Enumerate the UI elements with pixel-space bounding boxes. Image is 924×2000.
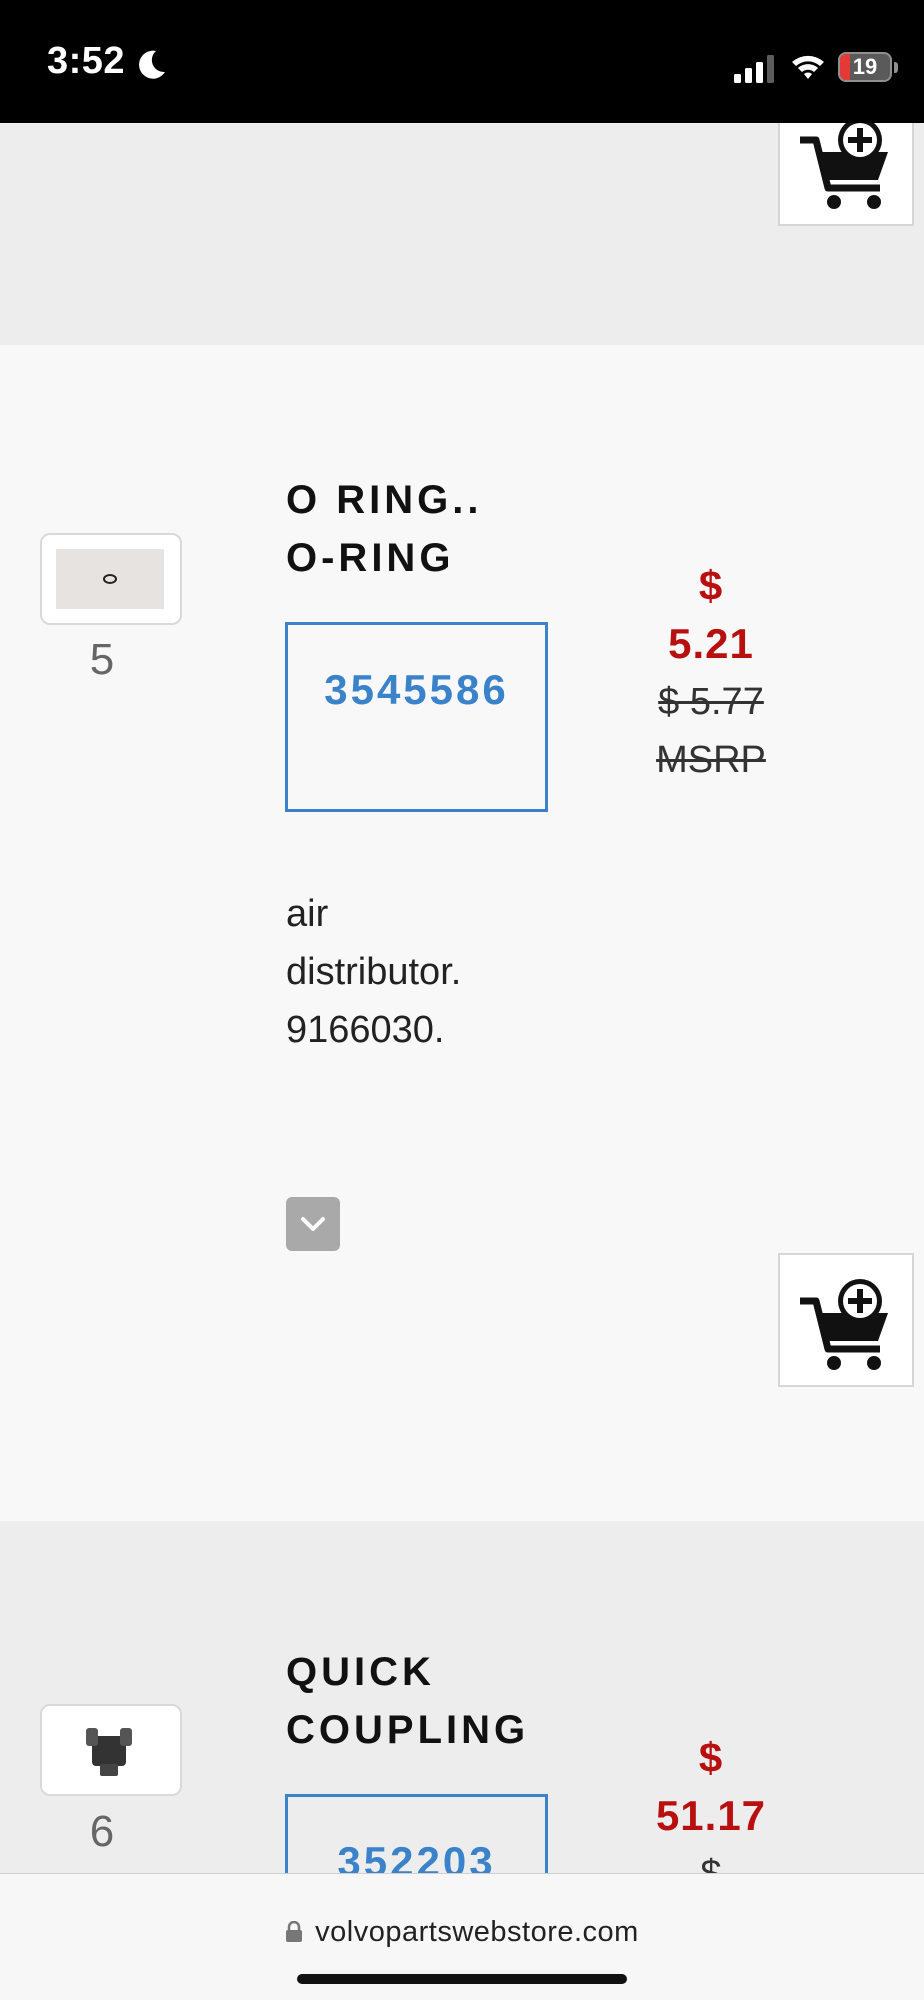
- item-title-line2: COUPLING: [286, 1708, 530, 1752]
- description-line: distributor.: [286, 951, 462, 993]
- msrp-price: $: [640, 1845, 782, 1873]
- description-line: air: [286, 893, 329, 935]
- item-title-line2: O-RING: [286, 536, 455, 580]
- msrp-label: MSRP: [656, 739, 766, 781]
- part-number: 352203: [337, 1838, 496, 1873]
- chevron-down-icon: [301, 1217, 325, 1231]
- price-block: $ 51.17 $: [640, 1729, 782, 1873]
- price-currency: $: [698, 1734, 724, 1781]
- parts-list-item: 5 O RING.. O-RING 3545586 $ 5.21 $ 5.77 …: [0, 345, 924, 1521]
- signal-icon: [734, 55, 774, 83]
- cart-plus-icon: [800, 1279, 888, 1370]
- battery-icon: 19: [838, 52, 892, 82]
- battery-level-text: 19: [852, 54, 878, 79]
- browser-address-bar[interactable]: volvopartswebstore.com: [0, 1873, 924, 2000]
- sale-price: 5.21: [668, 620, 754, 667]
- item-title-line1: O RING..: [286, 478, 483, 522]
- wifi-icon: [792, 55, 824, 79]
- cart-plus-icon: [800, 118, 888, 209]
- url-display[interactable]: volvopartswebstore.com: [0, 1916, 924, 1949]
- url-text: volvopartswebstore.com: [315, 1916, 639, 1948]
- home-indicator[interactable]: [297, 1974, 627, 1984]
- item-title-line1: QUICK: [286, 1650, 435, 1694]
- price-currency: $: [698, 562, 724, 609]
- moon-icon: [139, 50, 165, 79]
- previous-item-row: [0, 92, 924, 345]
- description-line: 9166030.: [286, 1009, 445, 1051]
- status-bar: 3:52 19: [0, 0, 924, 123]
- battery-tip: [894, 62, 898, 73]
- add-to-cart-button[interactable]: [778, 1253, 914, 1387]
- msrp-price: $ 5.77: [658, 681, 764, 723]
- item-description: air distributor. 9166030.: [286, 885, 546, 1059]
- part-thumbnail[interactable]: [40, 533, 182, 625]
- price-block: $ 5.21 $ 5.77 MSRP: [640, 557, 782, 789]
- lock-icon: [286, 1921, 303, 1942]
- quick-coupling-image: [86, 1728, 132, 1776]
- part-number: 3545586: [324, 666, 509, 713]
- part-thumbnail[interactable]: [40, 1704, 182, 1796]
- sale-price: 51.17: [655, 1792, 767, 1839]
- item-index: 6: [89, 1807, 115, 1856]
- item-index: 5: [89, 635, 115, 684]
- status-time: 3:52: [47, 40, 126, 82]
- expand-details-button[interactable]: [286, 1197, 340, 1251]
- parts-list-item: 6 QUICK COUPLING 352203 $ 51.17 $: [0, 1521, 924, 1873]
- item-title: QUICK COUPLING: [286, 1643, 616, 1759]
- item-title: O RING.. O-RING: [286, 471, 616, 587]
- part-number-link[interactable]: 3545586: [285, 622, 548, 812]
- o-ring-image: [56, 549, 164, 609]
- part-number-link[interactable]: 352203: [285, 1794, 548, 1873]
